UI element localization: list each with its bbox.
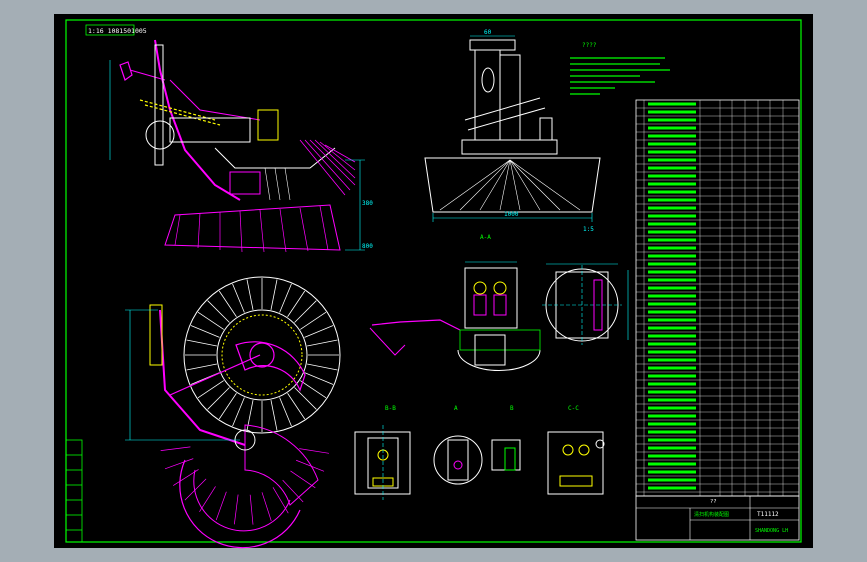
scale-tag: 1:5 (583, 226, 594, 233)
bom-row-text-placeholder (648, 462, 696, 466)
bom-row-text-placeholder (648, 214, 696, 218)
cad-drawing-viewport[interactable]: 1:16 1081501005 380 800 1000 60 1:5 A-A … (0, 0, 867, 562)
bom-row-text-placeholder (648, 486, 696, 490)
drawing-number: T11112 (757, 511, 779, 518)
bom-row-text-placeholder (648, 302, 696, 306)
bom-row-text-placeholder (648, 438, 696, 442)
view-label-aa: A-A (480, 234, 491, 241)
view-label-cc: C-C (568, 405, 579, 412)
bom-row-text-placeholder (648, 454, 696, 458)
bom-row-text-placeholder (648, 278, 696, 282)
notes-heading: ???? (582, 42, 597, 49)
bom-row-text-placeholder (648, 198, 696, 202)
company-name: SHANDONG LH (755, 528, 788, 534)
bom-row-text-placeholder (648, 262, 696, 266)
bom-row-text-placeholder (648, 398, 696, 402)
view-label-bb: B-B (385, 405, 396, 412)
bom-row-text-placeholder (648, 326, 696, 330)
bom-row-text-placeholder (648, 382, 696, 386)
dim-label-bottom: 1000 (504, 211, 519, 218)
view-label-b: B (510, 405, 514, 412)
bom-row-text-placeholder (648, 190, 696, 194)
bom-row-text-placeholder (648, 430, 696, 434)
bom-row-text-placeholder (648, 238, 696, 242)
bom-row-text-placeholder (648, 134, 696, 138)
bom-row-text-placeholder (648, 254, 696, 258)
bom-row-text-placeholder (648, 222, 696, 226)
dim-label-side-1: 380 (362, 200, 373, 207)
bom-footer: ?? (710, 499, 717, 505)
bom-row-text-placeholder (648, 270, 696, 274)
bom-row-text-placeholder (648, 286, 696, 290)
bom-row-text-placeholder (648, 310, 696, 314)
bom-row-text-placeholder (648, 422, 696, 426)
bom-row-text-placeholder (648, 118, 696, 122)
bom-row-text-placeholder (648, 206, 696, 210)
bom-row-text-placeholder (648, 342, 696, 346)
bom-row-text-placeholder (648, 174, 696, 178)
bom-row-text-placeholder (648, 358, 696, 362)
bom-row-text-placeholder (648, 166, 696, 170)
bom-row-text-placeholder (648, 414, 696, 418)
bom-row-text-placeholder (648, 102, 696, 106)
bom-row-text-placeholder (648, 158, 696, 162)
dim-label-top: 60 (484, 29, 492, 36)
bom-row-text-placeholder (648, 406, 696, 410)
bom-row-text-placeholder (648, 318, 696, 322)
bom-row-text-placeholder (648, 110, 696, 114)
bom-row-text-placeholder (648, 294, 696, 298)
bom-row-text-placeholder (648, 470, 696, 474)
bom-row-text-placeholder (648, 478, 696, 482)
view-label-a: A (454, 405, 458, 412)
bom-row-text-placeholder (648, 246, 696, 250)
dim-label-side-2: 800 (362, 243, 373, 250)
title-block-name: 清扫机构装配图 (694, 511, 729, 518)
bom-row-text-placeholder (648, 182, 696, 186)
bom-row-text-placeholder (648, 150, 696, 154)
bom-row-text-placeholder (648, 390, 696, 394)
bom-row-text-placeholder (648, 142, 696, 146)
title-label-box: 1:16 1081501005 (85, 24, 147, 36)
bom-row-text-placeholder (648, 126, 696, 130)
bom-row-text-placeholder (648, 230, 696, 234)
bom-row-text-placeholder (648, 350, 696, 354)
title-label-text: 1:16 1081501005 (88, 27, 147, 35)
bom-row-text-placeholder (648, 374, 696, 378)
bom-row-text-placeholder (648, 366, 696, 370)
bom-row-text-placeholder (648, 334, 696, 338)
bom-row-text-placeholder (648, 446, 696, 450)
